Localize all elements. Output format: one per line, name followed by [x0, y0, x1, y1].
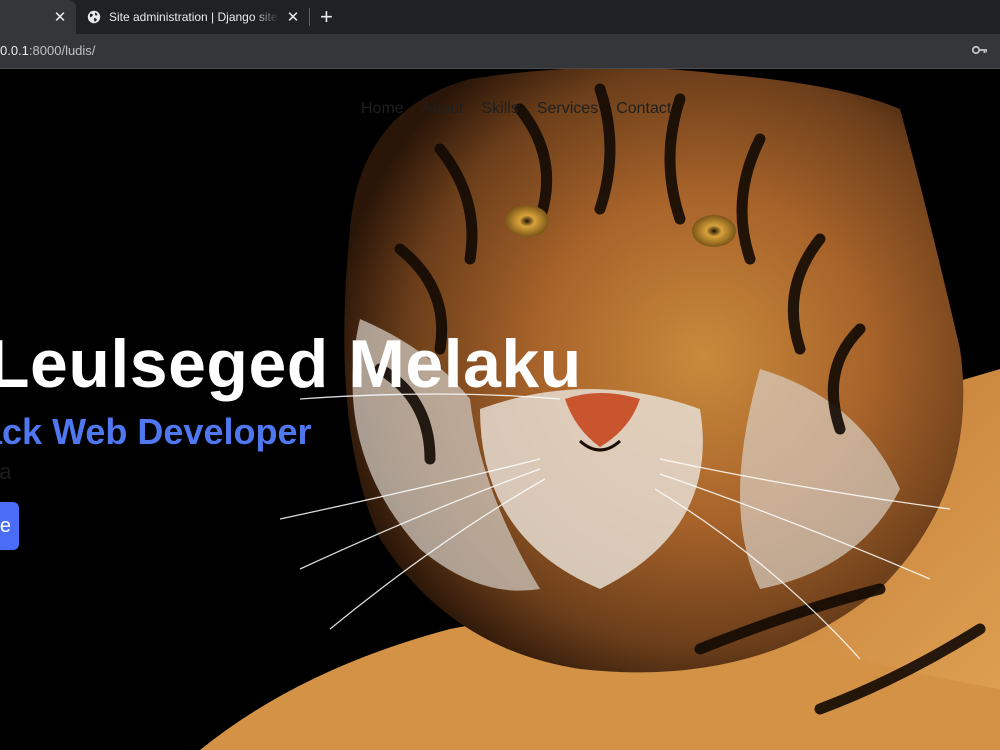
hero-name-heading: Leulseged Melaku — [0, 326, 582, 402]
url-path: :8000/ludis/ — [28, 43, 96, 58]
hero-role-text: ack Web Developer — [0, 411, 312, 452]
hero-cta-button[interactable]: e — [0, 502, 19, 550]
nav-services-link[interactable]: Services — [537, 100, 598, 118]
portfolio-page: Home About Skills Services Contact Leuls… — [0, 69, 1000, 750]
tab-divider — [309, 8, 310, 26]
tab-title: Site administration | Django site admin — [109, 10, 279, 24]
nav-contact-link[interactable]: Contact — [616, 100, 671, 118]
browser-toolbar: 0.0.1:8000/ludis/ — [0, 34, 1000, 69]
url-host: 0.0.1 — [0, 43, 29, 58]
close-icon[interactable]: ✕ — [285, 8, 301, 26]
address-bar[interactable]: 0.0.1:8000/ludis/ — [0, 43, 95, 58]
tiger-background-image — [0, 69, 1000, 750]
site-nav: Home About Skills Services Contact — [361, 100, 689, 118]
browser-tab-active[interactable]: Site administration | Django site admin … — [76, 0, 308, 34]
close-icon[interactable]: ✕ — [52, 8, 68, 26]
new-tab-button[interactable]: + — [320, 4, 333, 30]
hero-location-text: opia — [0, 459, 12, 484]
key-icon[interactable] — [971, 43, 988, 61]
browser-tab-previous[interactable]: ✕ — [0, 0, 76, 34]
globe-icon — [87, 10, 101, 27]
nav-skills-link[interactable]: Skills — [482, 100, 519, 118]
browser-tab-bar: ✕ Site administration | Django site admi… — [0, 0, 1000, 34]
nav-home-link[interactable]: Home — [361, 100, 404, 118]
nav-about-link[interactable]: About — [422, 100, 464, 118]
